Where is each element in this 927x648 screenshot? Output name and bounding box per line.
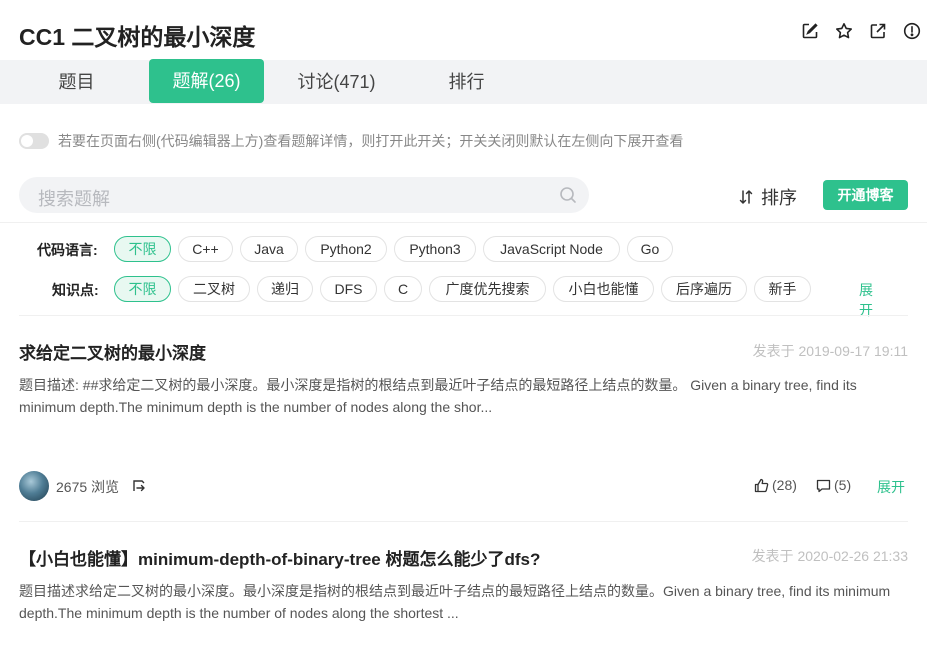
divider <box>19 521 908 522</box>
knowledge-chip-c[interactable]: C <box>384 276 422 302</box>
alert-icon[interactable] <box>903 22 921 40</box>
language-chip-javascript-node[interactable]: JavaScript Node <box>483 236 620 262</box>
view-toggle-switch[interactable] <box>19 133 49 149</box>
language-filter-label: 代码语言: <box>37 242 98 258</box>
knowledge-chip-dfs[interactable]: DFS <box>320 276 377 302</box>
post-date: 发表于 2020-02-26 21:33 <box>751 548 908 564</box>
like-count: (28) <box>772 477 797 493</box>
view-toggle-label: 若要在页面右侧(代码编辑器上方)查看题解详情，则打开此开关；开关关闭则默认在左侧… <box>58 133 684 149</box>
language-chip-python3[interactable]: Python3 <box>394 236 476 262</box>
post-title[interactable]: 求给定二叉树的最小深度 <box>19 339 206 364</box>
tab-ranking[interactable]: 排行 <box>409 60 524 104</box>
language-chip-cpp[interactable]: C++ <box>178 236 233 262</box>
language-chip-any[interactable]: 不限 <box>114 236 171 262</box>
tab-bar: 题目 题解(26) 讨论(471) 排行 <box>0 59 927 104</box>
post-description: 题目描述求给定二叉树的最小深度。最小深度是指树的根结点到最近叶子结点的最短路径上… <box>19 583 891 621</box>
external-link-icon[interactable] <box>869 22 887 40</box>
post-footer: 2675 浏览 (28) (5) 展开 <box>19 471 908 501</box>
search-placeholder: 搜索题解 <box>38 189 110 209</box>
view-toggle-row: 若要在页面右侧(代码编辑器上方)查看题解详情，则打开此开关；开关关闭则默认在左侧… <box>19 131 683 151</box>
knowledge-chip-recursion[interactable]: 递归 <box>257 276 313 302</box>
post-expand-link[interactable]: 展开 <box>877 477 905 497</box>
divider <box>19 315 908 316</box>
post-date: 发表于 2019-09-17 19:11 <box>752 343 908 359</box>
divider <box>0 222 927 223</box>
thumbs-up-icon <box>754 478 769 492</box>
view-count: 2675 浏览 <box>56 479 120 495</box>
search-input[interactable]: 搜索题解 <box>19 177 589 213</box>
avatar[interactable] <box>19 471 49 501</box>
sort-label: 排序 <box>761 188 797 208</box>
language-chip-java[interactable]: Java <box>240 236 298 262</box>
knowledge-chip-postorder[interactable]: 后序遍历 <box>661 276 747 302</box>
star-icon[interactable] <box>835 22 853 40</box>
knowledge-chip-beginner-friendly[interactable]: 小白也能懂 <box>553 276 654 302</box>
page-header: CC1 二叉树的最小深度 <box>0 0 927 60</box>
post-description: 题目描述: ##求给定二叉树的最小深度。最小深度是指树的根结点到最近叶子结点的最… <box>19 377 857 415</box>
share-icon[interactable] <box>132 479 146 493</box>
comment-button[interactable]: (5) <box>816 477 851 493</box>
header-actions <box>801 22 921 40</box>
knowledge-chip-bfs[interactable]: 广度优先搜索 <box>429 276 546 302</box>
knowledge-chip-newbie[interactable]: 新手 <box>754 276 811 302</box>
open-blog-button[interactable]: 开通博客 <box>823 180 908 210</box>
tab-problem[interactable]: 题目 <box>19 60 134 104</box>
like-button[interactable]: (28) <box>754 477 797 493</box>
language-chip-go[interactable]: Go <box>627 236 673 262</box>
post-title[interactable]: 【小白也能懂】minimum-depth-of-binary-tree 树题怎么… <box>19 545 540 570</box>
knowledge-expand-link[interactable]: 展开 <box>859 280 873 320</box>
tab-discussion[interactable]: 讨论(471) <box>279 60 394 104</box>
tab-solutions[interactable]: 题解(26) <box>149 59 264 103</box>
toggle-knob <box>21 135 33 147</box>
comment-count: (5) <box>834 477 852 493</box>
edit-icon[interactable] <box>801 22 819 40</box>
knowledge-filter-label: 知识点: <box>52 282 99 298</box>
comment-icon <box>816 479 831 492</box>
sort-button[interactable]: 排序 <box>739 184 797 210</box>
page-title: CC1 二叉树的最小深度 <box>19 24 256 50</box>
language-chip-python2[interactable]: Python2 <box>305 236 387 262</box>
knowledge-chip-any[interactable]: 不限 <box>114 276 171 302</box>
knowledge-chip-binary-tree[interactable]: 二叉树 <box>178 276 250 302</box>
sort-icon <box>739 190 753 204</box>
search-icon[interactable] <box>559 186 577 204</box>
